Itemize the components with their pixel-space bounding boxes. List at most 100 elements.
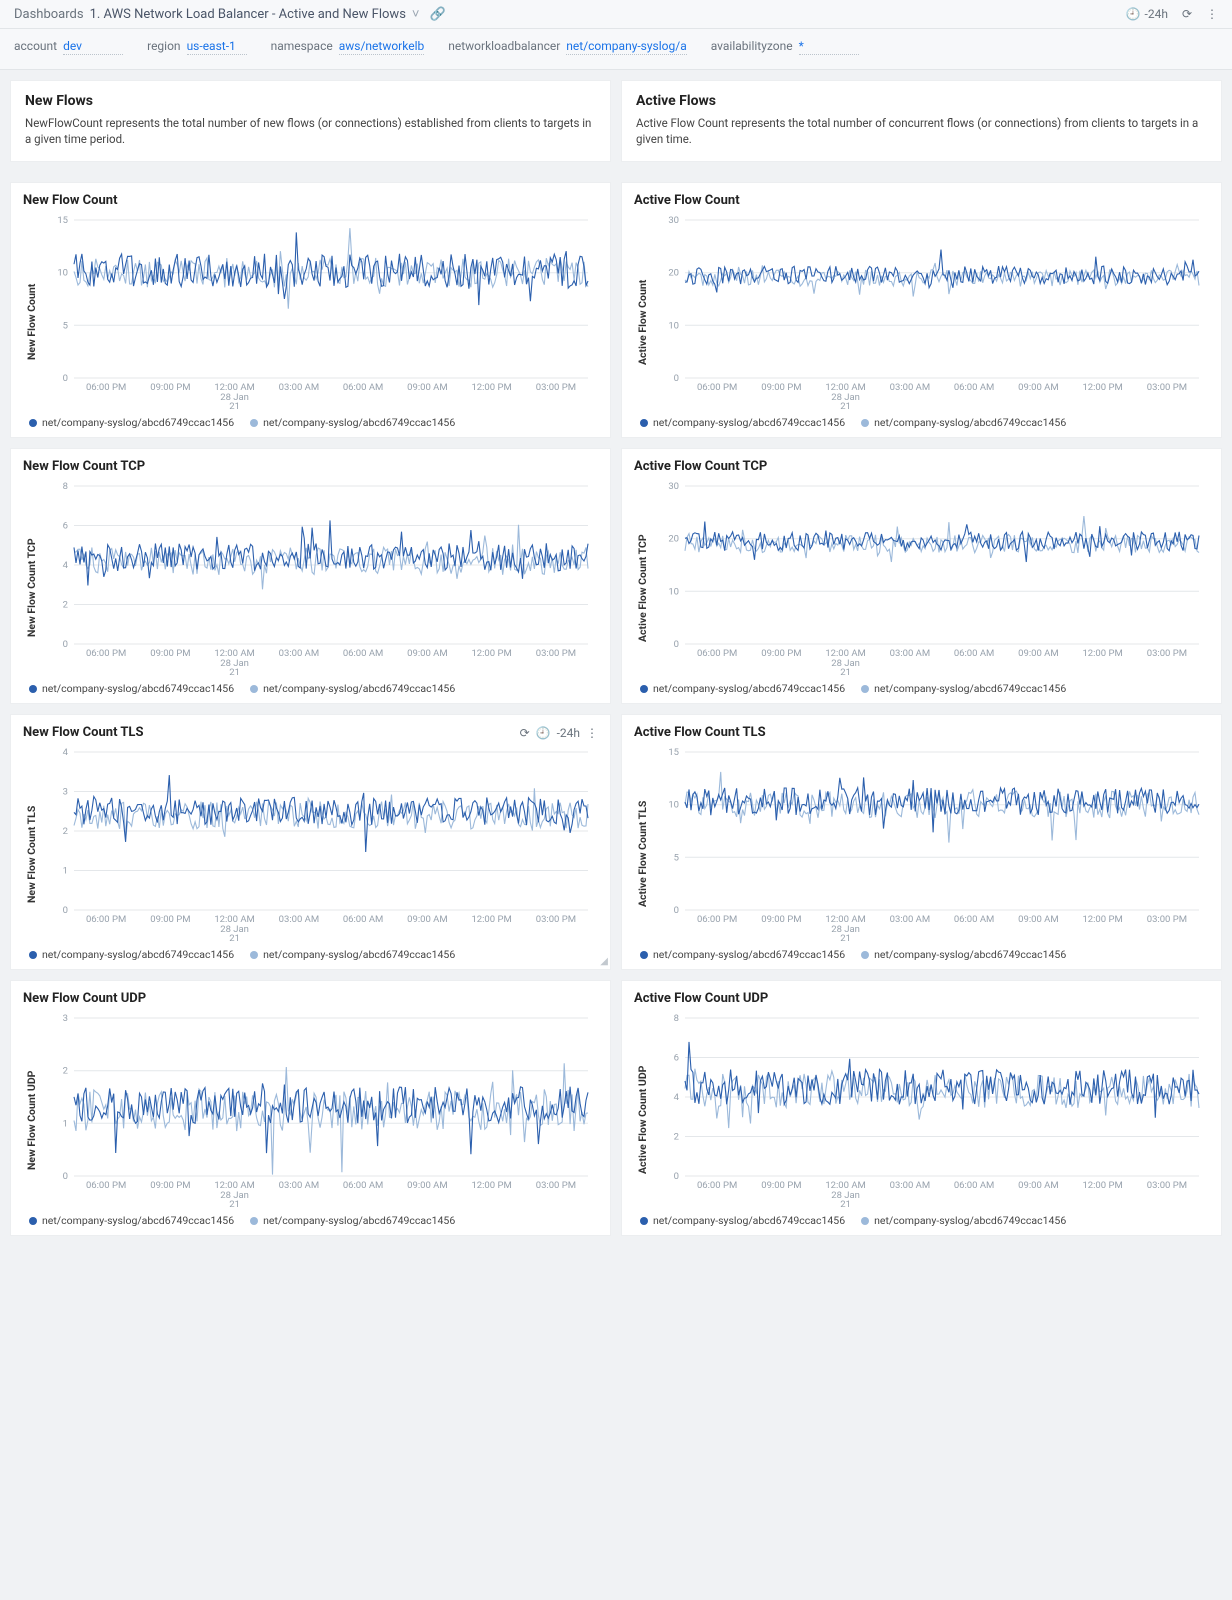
chart-plot[interactable]: 05101506:00 PM09:00 PM12:00 AM03:00 AM06… <box>38 212 598 412</box>
legend-swatch-icon <box>640 419 648 427</box>
chart-time-label: -24h <box>557 726 580 740</box>
page-title[interactable]: 1. AWS Network Load Balancer - Active an… <box>90 7 406 22</box>
legend-label: net/company-syslog/abcd6749ccac1456 <box>874 416 1066 429</box>
svg-text:15: 15 <box>668 747 679 758</box>
svg-text:09:00 AM: 09:00 AM <box>407 382 448 393</box>
chart-active_flow_tls: Active Flow Count TLS Active Flow Count … <box>621 714 1222 970</box>
legend-item-a[interactable]: net/company-syslog/abcd6749ccac1456 <box>640 948 845 961</box>
chevron-down-icon[interactable]: ˅ <box>412 6 420 22</box>
topbar: Dashboards 1. AWS Network Load Balancer … <box>0 0 1232 29</box>
filter-nlb-value[interactable]: net/company-syslog/a <box>566 39 686 55</box>
chart-title: Active Flow Count TCP <box>634 459 767 474</box>
chart-plot[interactable]: 0246806:00 PM09:00 PM12:00 AM03:00 AM06:… <box>649 1010 1209 1210</box>
svg-text:2: 2 <box>63 600 68 611</box>
clock-icon[interactable]: 🕘 <box>536 726 551 740</box>
legend-label: net/company-syslog/abcd6749ccac1456 <box>653 1214 845 1227</box>
svg-text:09:00 AM: 09:00 AM <box>1018 1180 1059 1191</box>
svg-text:06:00 PM: 06:00 PM <box>86 648 126 659</box>
svg-text:20: 20 <box>668 268 679 279</box>
legend-label: net/company-syslog/abcd6749ccac1456 <box>263 1214 455 1227</box>
svg-text:03:00 AM: 03:00 AM <box>279 382 320 393</box>
filter-namespace-value[interactable]: aws/networkelb <box>339 39 425 55</box>
y-axis-label: New Flow Count <box>23 212 38 412</box>
svg-text:10: 10 <box>57 268 68 279</box>
legend-item-b[interactable]: net/company-syslog/abcd6749ccac1456 <box>861 416 1066 429</box>
legend-item-a[interactable]: net/company-syslog/abcd6749ccac1456 <box>29 416 234 429</box>
breadcrumb-root[interactable]: Dashboards <box>14 7 84 22</box>
svg-text:21: 21 <box>840 1199 851 1210</box>
svg-text:03:00 AM: 03:00 AM <box>890 648 931 659</box>
svg-text:0: 0 <box>63 1171 68 1182</box>
chart-plot[interactable]: 012306:00 PM09:00 PM12:00 AM03:00 AM06:0… <box>38 1010 598 1210</box>
filter-region-value[interactable]: us-east-1 <box>187 39 247 55</box>
legend-item-b[interactable]: net/company-syslog/abcd6749ccac1456 <box>250 682 455 695</box>
refresh-button[interactable]: ⟳ <box>1182 7 1192 21</box>
series-a-line <box>685 522 1199 562</box>
legend-item-b[interactable]: net/company-syslog/abcd6749ccac1456 <box>861 682 1066 695</box>
resize-handle[interactable]: ◢ <box>600 956 608 967</box>
legend-swatch-icon <box>861 419 869 427</box>
svg-text:30: 30 <box>668 481 679 492</box>
time-range-button[interactable]: 🕘 -24h <box>1126 7 1168 21</box>
svg-text:21: 21 <box>229 401 240 412</box>
svg-text:0: 0 <box>674 1171 679 1182</box>
legend-swatch-icon <box>640 1217 648 1225</box>
clock-icon: 🕘 <box>1126 7 1141 21</box>
legend-item-a[interactable]: net/company-syslog/abcd6749ccac1456 <box>29 682 234 695</box>
kebab-icon[interactable]: ⋮ <box>586 726 598 740</box>
svg-text:06:00 PM: 06:00 PM <box>86 1180 126 1191</box>
chart-title: Active Flow Count <box>634 193 740 208</box>
legend-item-b[interactable]: net/company-syslog/abcd6749ccac1456 <box>250 416 455 429</box>
svg-text:12:00 PM: 12:00 PM <box>471 382 511 393</box>
more-menu-button[interactable]: ⋮ <box>1206 7 1218 21</box>
svg-text:09:00 PM: 09:00 PM <box>150 382 190 393</box>
series-a-line <box>685 1042 1199 1118</box>
filter-az-value[interactable]: * <box>799 39 859 55</box>
y-axis-label: Active Flow Count UDP <box>634 1010 649 1210</box>
series-a-line <box>74 233 588 306</box>
refresh-icon: ⟳ <box>1182 7 1192 21</box>
legend-item-a[interactable]: net/company-syslog/abcd6749ccac1456 <box>29 1214 234 1227</box>
legend-item-b[interactable]: net/company-syslog/abcd6749ccac1456 <box>250 1214 455 1227</box>
filter-account-value[interactable]: dev <box>63 39 123 55</box>
chart-legend: net/company-syslog/abcd6749ccac1456 net/… <box>23 682 598 695</box>
svg-text:8: 8 <box>674 1013 679 1024</box>
svg-text:21: 21 <box>229 933 240 944</box>
svg-text:03:00 PM: 03:00 PM <box>536 914 576 925</box>
chart-new_flow_tcp: New Flow Count TCP New Flow Count TCP 02… <box>10 448 611 704</box>
legend-item-a[interactable]: net/company-syslog/abcd6749ccac1456 <box>640 682 845 695</box>
legend-label: net/company-syslog/abcd6749ccac1456 <box>42 682 234 695</box>
svg-text:6: 6 <box>674 1053 679 1064</box>
legend-item-b[interactable]: net/company-syslog/abcd6749ccac1456 <box>861 1214 1066 1227</box>
kebab-icon: ⋮ <box>1206 7 1218 21</box>
svg-text:06:00 AM: 06:00 AM <box>343 1180 384 1191</box>
chart-plot[interactable]: 010203006:00 PM09:00 PM12:00 AM03:00 AM0… <box>649 478 1209 678</box>
svg-text:21: 21 <box>229 1199 240 1210</box>
chart-plot[interactable]: 05101506:00 PM09:00 PM12:00 AM03:00 AM06… <box>649 744 1209 944</box>
legend-item-a[interactable]: net/company-syslog/abcd6749ccac1456 <box>29 948 234 961</box>
svg-text:09:00 AM: 09:00 AM <box>1018 382 1059 393</box>
svg-text:09:00 PM: 09:00 PM <box>761 648 801 659</box>
legend-label: net/company-syslog/abcd6749ccac1456 <box>42 1214 234 1227</box>
legend-item-a[interactable]: net/company-syslog/abcd6749ccac1456 <box>640 1214 845 1227</box>
legend-item-b[interactable]: net/company-syslog/abcd6749ccac1456 <box>250 948 455 961</box>
legend-item-b[interactable]: net/company-syslog/abcd6749ccac1456 <box>861 948 1066 961</box>
svg-text:3: 3 <box>63 1013 68 1024</box>
filter-label: region <box>147 39 180 53</box>
refresh-icon[interactable]: ⟳ <box>520 726 530 740</box>
chart-plot[interactable]: 010203006:00 PM09:00 PM12:00 AM03:00 AM0… <box>649 212 1209 412</box>
chart-legend: net/company-syslog/abcd6749ccac1456 net/… <box>634 416 1209 429</box>
filter-bar: account dev region us-east-1 namespace a… <box>0 29 1232 70</box>
chart-plot[interactable]: 0123406:00 PM09:00 PM12:00 AM03:00 AM06:… <box>38 744 598 944</box>
svg-text:03:00 PM: 03:00 PM <box>1147 1180 1187 1191</box>
filter-label: namespace <box>271 39 333 53</box>
legend-swatch-icon <box>250 419 258 427</box>
link-icon[interactable]: 🔗 <box>430 7 446 22</box>
time-range-label: -24h <box>1145 7 1168 21</box>
legend-swatch-icon <box>250 951 258 959</box>
y-axis-label: Active Flow Count <box>634 212 649 412</box>
legend-item-a[interactable]: net/company-syslog/abcd6749ccac1456 <box>640 416 845 429</box>
chart-plot[interactable]: 0246806:00 PM09:00 PM12:00 AM03:00 AM06:… <box>38 478 598 678</box>
legend-swatch-icon <box>861 951 869 959</box>
svg-text:06:00 AM: 06:00 AM <box>954 1180 995 1191</box>
